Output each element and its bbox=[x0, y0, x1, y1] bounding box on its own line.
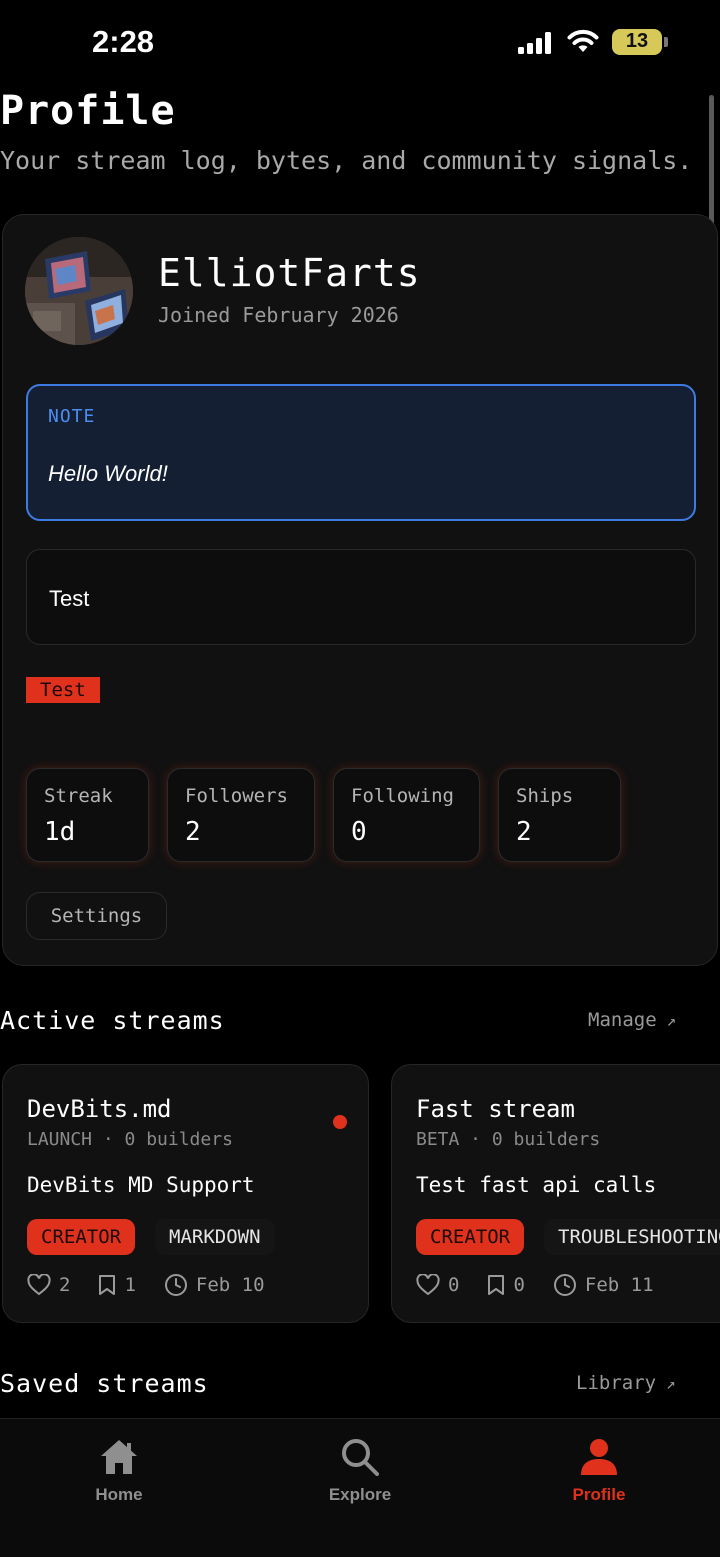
clock-icon bbox=[164, 1274, 187, 1296]
stream-meta: LAUNCH · 0 builders bbox=[27, 1129, 233, 1150]
active-streams-title: Active streams bbox=[0, 1006, 225, 1035]
page-subtitle: Your stream log, bytes, and community si… bbox=[0, 146, 693, 175]
tab-label: Home bbox=[95, 1485, 143, 1504]
stream-card-devbits[interactable]: DevBits.md LAUNCH · 0 builders DevBits M… bbox=[2, 1064, 369, 1323]
note-text: Hello World! bbox=[48, 461, 168, 486]
search-icon bbox=[342, 1439, 379, 1476]
library-link[interactable]: Library ↗ bbox=[576, 1372, 676, 1394]
manage-link-label: Manage bbox=[588, 1009, 657, 1031]
tab-label: Explore bbox=[328, 1485, 392, 1504]
stat-streak[interactable]: Streak 1d bbox=[26, 768, 149, 862]
like-count: 2 bbox=[59, 1274, 71, 1296]
bio-text: Test bbox=[49, 586, 90, 611]
stat-label: Streak bbox=[44, 785, 113, 807]
stat-label: Ships bbox=[516, 785, 574, 807]
stream-footer: 2 1 Feb 10 bbox=[27, 1271, 265, 1299]
stat-ships[interactable]: Ships 2 bbox=[498, 768, 621, 862]
stream-title: DevBits.md bbox=[27, 1095, 172, 1123]
page-title: Profile bbox=[0, 88, 176, 134]
topic-chip[interactable]: TROUBLESHOOTING bbox=[544, 1219, 720, 1255]
role-chip: CREATOR bbox=[27, 1219, 136, 1255]
profile-tag: Test bbox=[26, 677, 100, 703]
bookmark-icon[interactable] bbox=[487, 1274, 505, 1296]
wifi-icon bbox=[567, 29, 599, 52]
bookmark-icon[interactable] bbox=[98, 1274, 116, 1296]
stat-value: 1d bbox=[44, 817, 76, 847]
stat-value: 0 bbox=[351, 817, 367, 847]
stream-description: DevBits MD Support bbox=[27, 1173, 255, 1197]
bio-box[interactable]: Test bbox=[26, 549, 696, 645]
person-icon bbox=[581, 1439, 617, 1475]
stat-value: 2 bbox=[516, 817, 532, 847]
tab-home[interactable]: Home bbox=[49, 1437, 189, 1505]
library-link-label: Library bbox=[576, 1372, 657, 1394]
joined-date: Joined February 2026 bbox=[158, 303, 399, 327]
heart-icon[interactable] bbox=[27, 1274, 51, 1296]
save-count: 1 bbox=[124, 1274, 136, 1296]
stream-meta: BETA · 0 builders bbox=[416, 1129, 601, 1150]
stat-label: Followers bbox=[185, 785, 288, 807]
role-chip: CREATOR bbox=[416, 1219, 525, 1255]
tab-profile[interactable]: Profile bbox=[529, 1437, 669, 1505]
stream-footer: 0 0 Feb 11 bbox=[416, 1271, 654, 1299]
tab-label: Profile bbox=[572, 1485, 626, 1504]
topic-chip[interactable]: MARKDOWN bbox=[155, 1219, 275, 1255]
live-indicator-icon bbox=[333, 1115, 347, 1129]
stream-date: Feb 10 bbox=[195, 1274, 265, 1296]
stream-description: Test fast api calls bbox=[416, 1173, 657, 1197]
avatar-photo bbox=[25, 237, 133, 345]
battery-level: 13 bbox=[625, 30, 649, 52]
stat-label: Following bbox=[351, 785, 454, 807]
username: ElliotFarts bbox=[158, 251, 421, 295]
stream-title: Fast stream bbox=[416, 1095, 575, 1123]
settings-button[interactable]: Settings bbox=[26, 892, 167, 940]
tab-explore[interactable]: Explore bbox=[290, 1437, 430, 1505]
like-count: 0 bbox=[448, 1274, 460, 1296]
arrow-up-right-icon: ↗ bbox=[666, 1374, 676, 1393]
manage-link[interactable]: Manage ↗ bbox=[588, 1009, 676, 1031]
avatar[interactable] bbox=[25, 237, 133, 345]
stat-following[interactable]: Following 0 bbox=[333, 768, 480, 862]
home-icon bbox=[101, 1440, 137, 1474]
stat-value: 2 bbox=[185, 817, 201, 847]
profile-card: ElliotFarts Joined February 2026 NOTE He… bbox=[2, 214, 718, 966]
saved-streams-title: Saved streams bbox=[0, 1369, 209, 1398]
arrow-up-right-icon: ↗ bbox=[666, 1011, 677, 1030]
stream-date: Feb 11 bbox=[584, 1274, 654, 1296]
stat-followers[interactable]: Followers 2 bbox=[167, 768, 315, 862]
tab-bar: Home Explore Profile bbox=[0, 1419, 720, 1557]
cellular-signal-icon bbox=[518, 32, 551, 54]
clock-icon bbox=[553, 1274, 576, 1296]
status-time: 2:28 bbox=[92, 24, 155, 59]
battery-icon: 13 bbox=[612, 29, 668, 55]
save-count: 0 bbox=[513, 1274, 525, 1296]
stream-card-fast-stream[interactable]: Fast stream BETA · 0 builders Test fast … bbox=[391, 1064, 720, 1323]
note-box[interactable]: NOTE Hello World! bbox=[26, 384, 696, 521]
status-bar: 2:28 13 bbox=[0, 0, 720, 84]
note-label: NOTE bbox=[48, 406, 96, 427]
heart-icon[interactable] bbox=[416, 1274, 440, 1296]
